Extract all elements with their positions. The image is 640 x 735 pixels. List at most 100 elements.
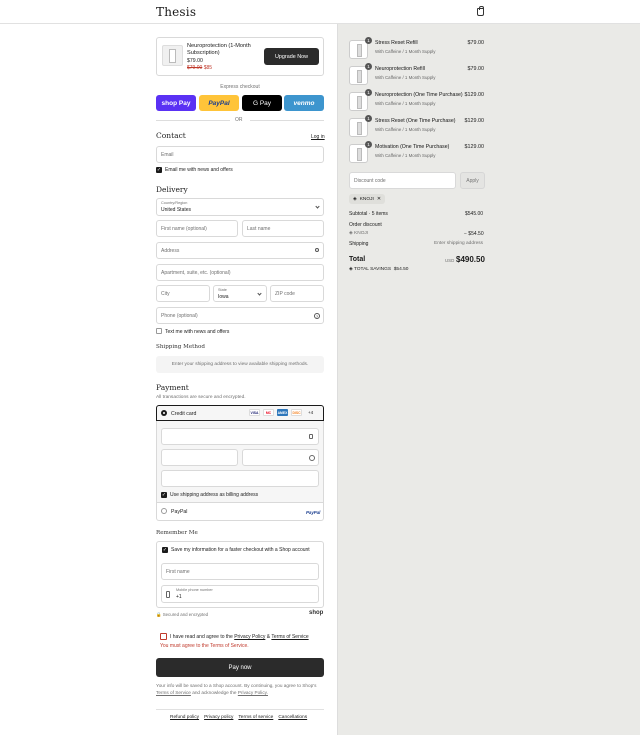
upsell-original-price: $79.00 [187, 65, 203, 71]
upsell-card: Neuroprotection (1-Month Subscription) $… [156, 37, 324, 76]
or-divider-label: OR [235, 117, 243, 123]
shop-terms-link[interactable]: Terms of Service [156, 690, 191, 695]
upsell-product-image [162, 45, 183, 66]
phone-icon [166, 591, 170, 598]
contact-heading: Contact [156, 131, 186, 140]
phone-placeholder: Phone (optional) [161, 312, 198, 319]
remember-me-panel: ✓ Save my information for a faster check… [156, 541, 324, 608]
radio-unselected-icon[interactable] [161, 508, 167, 514]
shipping-method-note: Enter your shipping address to view avai… [156, 356, 324, 373]
fineprint: Your info will be saved to a Shop accoun… [156, 683, 317, 695]
upsell-price: $79.00 [187, 58, 203, 64]
refund-policy-link[interactable]: Refund policy [170, 715, 199, 720]
quantity-badge: 1 [365, 37, 372, 44]
product-name: Motivation (One Time Purchase) [375, 144, 450, 150]
country-select[interactable]: Country/Region United States [156, 198, 324, 216]
address-placeholder: Address [161, 247, 180, 254]
terms-label: I have read and agree to the Privacy Pol… [170, 634, 309, 640]
search-icon [315, 248, 319, 252]
quantity-badge: 1 [365, 141, 372, 148]
name-on-card-input[interactable] [161, 470, 319, 487]
security-code-input[interactable] [242, 449, 319, 466]
billing-address-checkbox[interactable]: ✓ [161, 492, 167, 498]
terms-of-service-footer-link[interactable]: Terms of service [238, 715, 273, 720]
radio-selected-icon[interactable] [161, 410, 167, 416]
state-select[interactable]: State Iowa [213, 285, 267, 302]
help-icon[interactable] [309, 455, 315, 461]
shop-logo: shop [309, 610, 324, 616]
header: Thesis [0, 0, 640, 24]
save-info-label: Save my information for a faster checkou… [171, 547, 310, 553]
login-link[interactable]: Log in [311, 134, 325, 140]
remember-first-name-input[interactable]: First name [161, 563, 319, 580]
order-discount-value: − $54.50 [464, 231, 484, 237]
shop-pay-button[interactable]: shop Pay [156, 95, 196, 111]
paypal-option[interactable]: PayPal PayPal [156, 503, 324, 521]
text-news-checkbox[interactable] [156, 328, 162, 334]
paypal-express-button[interactable]: PayPal [199, 95, 239, 111]
zip-input[interactable]: ZIP code [270, 285, 324, 302]
product-variant: With Caffeine / 1 Month Supply [375, 101, 436, 106]
phone-input[interactable]: Phone (optional) ? [156, 307, 324, 324]
brand-logo[interactable]: Thesis [156, 5, 196, 19]
chevron-down-icon [257, 291, 262, 296]
amex-icon: AMEX [277, 409, 288, 416]
venmo-button[interactable]: venmo [284, 95, 324, 111]
email-input[interactable]: Email [156, 146, 324, 163]
secured-encrypted-label: 🔒 Secured and encrypted [156, 612, 209, 617]
discount-tag: ◈ KNOJI ✕ [349, 194, 385, 204]
remember-me-heading: Remember Me [156, 530, 198, 536]
discount-tag-label: KNOJI [359, 196, 374, 202]
shopping-bag-icon[interactable] [477, 6, 484, 16]
last-name-input[interactable]: Last name [242, 220, 324, 237]
discount-code-input[interactable]: Discount code [349, 172, 456, 189]
email-news-checkbox[interactable]: ✓ [156, 167, 162, 173]
order-discount-label: Order discount [349, 222, 382, 228]
terms-of-service-link[interactable]: Terms of Service [271, 634, 308, 640]
product-price: $79.00 [467, 40, 485, 46]
expiration-input[interactable] [161, 449, 238, 466]
privacy-policy-footer-link[interactable]: Privacy policy [204, 715, 233, 720]
billing-address-label: Use shipping address as billing address [170, 492, 259, 498]
paypal-label: PayPal [171, 509, 188, 515]
privacy-policy-link[interactable]: Privacy Policy [234, 634, 265, 640]
apartment-input[interactable]: Apartment, suite, etc. (optional) [156, 264, 324, 281]
cart-item: 1 Stress Reset Refill With Caffeine / 1 … [349, 37, 485, 62]
remove-discount-icon[interactable]: ✕ [377, 197, 381, 202]
mobile-value: +1 [176, 594, 182, 600]
help-icon[interactable]: ? [314, 313, 320, 319]
more-cards-label: +4 [308, 410, 314, 415]
country-label: Country/Region [161, 201, 188, 205]
terms-checkbox[interactable] [160, 633, 167, 640]
text-news-label: Text me with news and offers [165, 329, 230, 335]
mastercard-icon: MC [263, 409, 274, 416]
card-number-input[interactable] [161, 428, 319, 445]
product-name: Stress Reset (One Time Purchase) [375, 118, 456, 124]
shipping-value: Enter shipping address [434, 241, 484, 246]
google-pay-button[interactable]: G Pay [242, 95, 282, 111]
tag-icon: ◈ [353, 196, 357, 202]
upgrade-now-button[interactable]: Upgrade Now [264, 48, 319, 65]
product-price: $129.00 [464, 118, 485, 124]
mobile-label: Mobile phone number [176, 588, 213, 592]
save-info-checkbox[interactable]: ✓ [162, 547, 168, 553]
credit-card-label: Credit card [171, 411, 197, 417]
product-price: $79.00 [467, 66, 485, 72]
state-value: Iowa [218, 294, 229, 300]
cancellations-link[interactable]: Cancellations [278, 715, 307, 720]
cart-item: 1 Motivation (One Time Purchase) With Ca… [349, 141, 484, 166]
pay-now-button[interactable]: Pay now [156, 658, 324, 677]
mobile-phone-input[interactable]: Mobile phone number +1 [161, 585, 319, 603]
divider-left [156, 119, 230, 121]
address-input[interactable]: Address [156, 242, 324, 259]
payment-subtitle: All transactions are secure and encrypte… [156, 395, 246, 400]
apply-discount-button[interactable]: Apply [460, 172, 485, 189]
product-name: Neuroprotection Refill [375, 66, 425, 72]
first-name-input[interactable]: First name (optional) [156, 220, 238, 237]
cart-item: 1 Neuroprotection (One Time Purchase) Wi… [349, 89, 484, 114]
order-discount-code: ◈ KNOJI [349, 231, 369, 236]
shop-privacy-link[interactable]: Privacy Policy. [238, 690, 268, 695]
product-variant: With Caffeine / 1 Month Supply [375, 153, 436, 158]
upsell-discount-price: $85 [203, 65, 213, 71]
city-input[interactable]: City [156, 285, 210, 302]
